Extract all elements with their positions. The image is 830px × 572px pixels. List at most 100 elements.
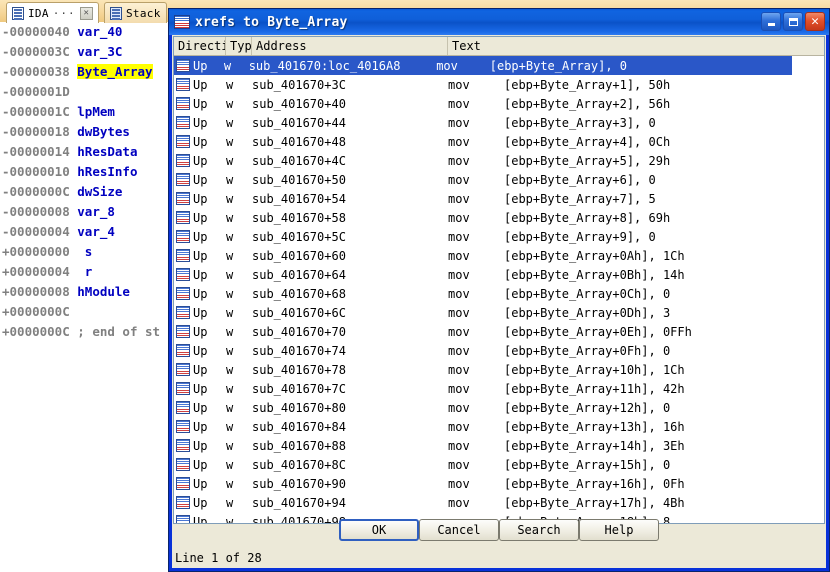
table-row[interactable]: Up w sub_401670+54 mov [ebp+Byte_Array+7], 5 (174, 189, 824, 208)
table-row[interactable]: Up w sub_401670+74 mov [ebp+Byte_Array+0Fh],… (174, 341, 824, 360)
tab-close-icon[interactable]: ✕ (79, 6, 93, 20)
cell-direction: Up (174, 439, 226, 453)
tab-stack[interactable]: Stack (104, 2, 167, 23)
table-row[interactable]: Up w sub_401670+48 mov [ebp+Byte_Array+4], 0… (174, 132, 824, 151)
stack-variable-name[interactable]: hResInfo (77, 164, 137, 179)
column-header-address[interactable]: Address (252, 37, 448, 55)
table-row[interactable]: Up w sub_401670+80 mov [ebp+Byte_Array+12h],… (174, 398, 824, 417)
maximize-button[interactable] (783, 12, 803, 31)
column-header-type[interactable]: Typ (226, 37, 252, 55)
dialog-title-bar[interactable]: xrefs to Byte_Array ✕ (169, 9, 829, 35)
stack-variable-name[interactable]: s (77, 244, 93, 259)
stack-variable-name[interactable]: dwSize (77, 184, 122, 199)
cell-mnemonic: mov (448, 419, 470, 434)
document-icon (12, 6, 24, 20)
stack-variable-name[interactable]: hResData (77, 144, 137, 159)
stack-line[interactable]: -00000018 dwBytes (0, 122, 176, 142)
stack-line[interactable]: -00000040 var_40 (0, 22, 176, 42)
stack-line[interactable]: +00000008 hModule (0, 282, 176, 302)
table-row[interactable]: Up w sub_401670+88 mov [ebp+Byte_Array+14h],… (174, 436, 824, 455)
cell-type: w (226, 381, 234, 396)
stack-offset: +00000004 (2, 264, 78, 279)
xref-icon (176, 306, 190, 319)
table-row[interactable]: Up w sub_401670+50 mov [ebp+Byte_Array+6], 0 (174, 170, 824, 189)
stack-line[interactable]: -0000001D (0, 82, 176, 102)
cell-address: sub_401670+60 (252, 248, 346, 263)
table-row[interactable]: Up w sub_401670+4C mov [ebp+Byte_Array+5], 2… (174, 151, 824, 170)
stack-variable-name[interactable]: lpMem (77, 104, 115, 119)
stack-line[interactable]: +0000000C ; end of st (0, 322, 176, 342)
stack-variable-name[interactable]: var_40 (77, 24, 122, 39)
cell-mnemonic: mov (448, 77, 470, 92)
stack-offset: -00000018 (2, 124, 78, 139)
table-row[interactable]: Up w sub_401670+3C mov [ebp+Byte_Array+1], 5… (174, 75, 824, 94)
stack-line[interactable]: -0000003C var_3C (0, 42, 176, 62)
table-row[interactable]: Up w sub_401670+60 mov [ebp+Byte_Array+0Ah],… (174, 246, 824, 265)
tab-ida[interactable]: IDA ··· ✕ (6, 2, 99, 23)
cell-operands: [ebp+Byte_Array+16h], 0Fh (504, 476, 685, 491)
cell-address: sub_401670+8C (252, 457, 346, 472)
stack-variable-name[interactable]: var_8 (77, 204, 115, 219)
cell-address: sub_401670+6C (252, 305, 346, 320)
stack-variable-name[interactable]: var_3C (77, 44, 122, 59)
table-row[interactable]: Up w sub_401670+70 mov [ebp+Byte_Array+0Eh],… (174, 322, 824, 341)
tab-overflow-ellipsis[interactable]: ··· (53, 7, 76, 20)
dialog-button-bar: Line 1 of 28 OK Cancel Search Help (169, 505, 829, 571)
direction-label: Up (193, 210, 208, 225)
cell-direction: Up (174, 325, 226, 339)
xrefs-list[interactable]: Directi Typ Address Text Up w sub_401670:l… (173, 36, 825, 524)
table-row[interactable]: Up w sub_401670+5C mov [ebp+Byte_Array+9], 0 (174, 227, 824, 246)
cancel-button[interactable]: Cancel (419, 519, 499, 541)
stack-line[interactable]: +00000000 s (0, 242, 176, 262)
stack-line[interactable]: -00000014 hResData (0, 142, 176, 162)
table-row[interactable]: Up w sub_401670+78 mov [ebp+Byte_Array+10h],… (174, 360, 824, 379)
table-row[interactable]: Up w sub_401670:loc_4016A8 mov [ebp+Byte_Arr… (174, 56, 792, 75)
table-row[interactable]: Up w sub_401670+7C mov [ebp+Byte_Array+11h],… (174, 379, 824, 398)
cell-type: w (226, 305, 234, 320)
direction-label: Up (193, 172, 208, 187)
stack-line[interactable]: -00000038 Byte_Array (0, 62, 176, 82)
ok-button[interactable]: OK (339, 519, 419, 541)
xref-icon (176, 401, 190, 414)
stack-frame-listing[interactable]: -00000040 var_40 -0000003C var_3C -0000003… (0, 22, 176, 572)
table-row[interactable]: Up w sub_401670+44 mov [ebp+Byte_Array+3], 0 (174, 113, 824, 132)
table-row[interactable]: Up w sub_401670+40 mov [ebp+Byte_Array+2], 5… (174, 94, 824, 113)
stack-line[interactable]: +00000004 r (0, 262, 176, 282)
search-button[interactable]: Search (499, 519, 579, 541)
cell-address: sub_401670+4C (252, 153, 346, 168)
stack-variable-name[interactable]: dwBytes (77, 124, 130, 139)
table-row[interactable]: Up w sub_401670+8C mov [ebp+Byte_Array+15h],… (174, 455, 824, 474)
stack-line[interactable]: -0000001C lpMem (0, 102, 176, 122)
close-button[interactable]: ✕ (805, 12, 825, 31)
column-header-text[interactable]: Text (448, 37, 820, 55)
table-row[interactable]: Up w sub_401670+64 mov [ebp+Byte_Array+0Bh],… (174, 265, 824, 284)
stack-line[interactable]: +0000000C (0, 302, 176, 322)
cell-direction: Up (174, 230, 226, 244)
column-header-direction[interactable]: Directi (174, 37, 226, 55)
cell-type: w (223, 58, 232, 73)
stack-line[interactable]: -00000004 var_4 (0, 222, 176, 242)
cell-direction: Up (174, 477, 226, 491)
stack-line[interactable]: -0000000C dwSize (0, 182, 176, 202)
table-row[interactable]: Up w sub_401670+84 mov [ebp+Byte_Array+13h],… (174, 417, 824, 436)
cell-address: sub_401670+78 (252, 362, 346, 377)
cell-type: w (226, 476, 234, 491)
stack-line[interactable]: -00000008 var_8 (0, 202, 176, 222)
cell-address: sub_401670+3C (252, 77, 346, 92)
stack-variable-name[interactable]: Byte_Array (77, 64, 153, 79)
stack-variable-name[interactable]: hModule (77, 284, 130, 299)
cell-address: sub_401670+40 (252, 96, 346, 111)
table-row[interactable]: Up w sub_401670+68 mov [ebp+Byte_Array+0Ch],… (174, 284, 824, 303)
help-button[interactable]: Help (579, 519, 659, 541)
table-row[interactable]: Up w sub_401670+58 mov [ebp+Byte_Array+8], 6… (174, 208, 824, 227)
stack-variable-name[interactable]: var_4 (77, 224, 115, 239)
cell-operands: [ebp+Byte_Array+1], 50h (504, 77, 671, 92)
cell-direction: Up (174, 249, 226, 263)
minimize-button[interactable] (761, 12, 781, 31)
table-row[interactable]: Up w sub_401670+6C mov [ebp+Byte_Array+0Dh],… (174, 303, 824, 322)
cell-direction: Up (174, 344, 226, 358)
table-row[interactable]: Up w sub_401670+90 mov [ebp+Byte_Array+16h],… (174, 474, 824, 493)
cell-address: sub_401670+58 (252, 210, 346, 225)
stack-variable-name[interactable]: r (77, 264, 93, 279)
stack-line[interactable]: -00000010 hResInfo (0, 162, 176, 182)
